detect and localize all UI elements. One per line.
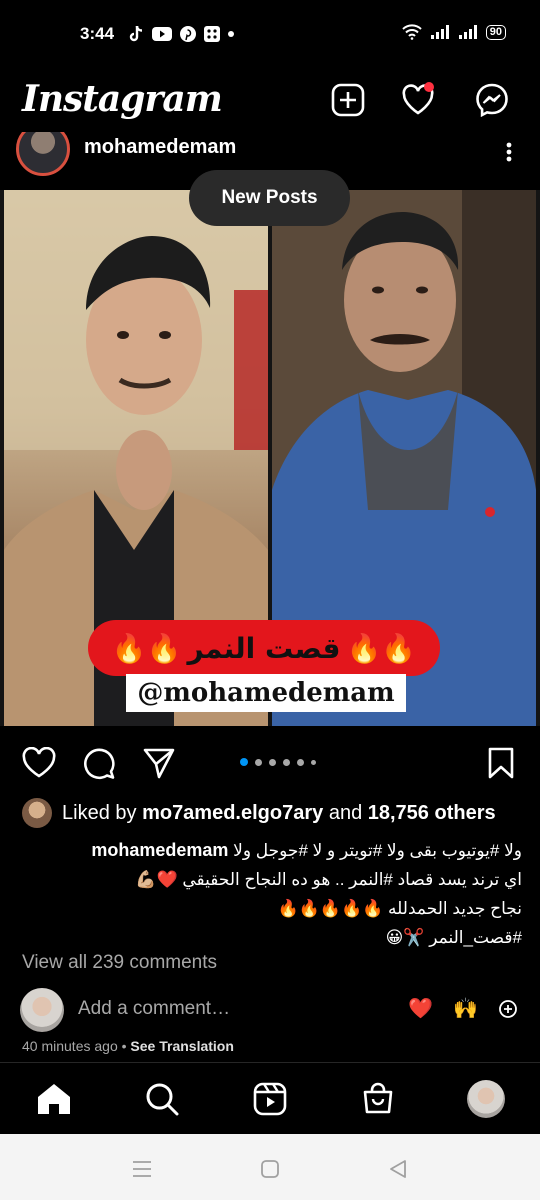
share-button[interactable] xyxy=(140,744,178,782)
battery-indicator: 90 xyxy=(485,24,506,40)
like-button[interactable] xyxy=(20,744,58,782)
current-user-avatar xyxy=(20,988,64,1032)
post-author-username[interactable]: mohamedemam xyxy=(84,136,236,159)
messenger-icon xyxy=(476,83,508,117)
system-navigation-bar xyxy=(0,1134,540,1200)
banner-flames-left: 🔥🔥 xyxy=(111,632,182,664)
messenger-button[interactable] xyxy=(474,82,510,118)
status-notification-icons xyxy=(128,25,234,43)
status-system-icons: 90 xyxy=(402,24,506,40)
nav-profile[interactable] xyxy=(466,1079,506,1119)
carousel-dot xyxy=(269,758,276,766)
create-post-icon xyxy=(331,83,365,117)
add-comment-row: Add a comment… ❤️ 🙌 xyxy=(20,988,530,1032)
more-vertical-icon xyxy=(506,142,512,162)
status-time: 3:44 xyxy=(80,24,115,43)
nav-shop[interactable] xyxy=(358,1079,398,1119)
new-posts-button[interactable]: New Posts xyxy=(189,170,350,226)
post-author-avatar[interactable] xyxy=(16,132,70,176)
tiktok-icon xyxy=(129,25,143,42)
banner-text: قصت النمر xyxy=(187,631,341,665)
post-time: 40 minutes ago xyxy=(22,1038,118,1054)
wifi-icon xyxy=(402,24,422,40)
status-bar: 3:44 90 xyxy=(0,0,540,68)
pinterest-icon xyxy=(180,26,196,42)
post-options-button[interactable] xyxy=(506,142,512,167)
caption-username[interactable]: mohamedemam xyxy=(91,840,228,860)
quick-reaction-heart[interactable]: ❤️ xyxy=(408,996,433,1021)
meta-separator: • xyxy=(117,1038,131,1054)
likes-summary[interactable]: Liked by mo7amed.elgo7ary and 18,756 oth… xyxy=(22,798,522,828)
heart-icon xyxy=(22,747,56,778)
notification-dot xyxy=(424,82,434,92)
caption-line-3: نجاح جديد الحمدلله 🔥🔥🔥🔥🔥 xyxy=(277,899,523,918)
system-back-button[interactable] xyxy=(383,1154,413,1184)
profile-avatar xyxy=(467,1080,505,1118)
likes-text: Liked by mo7amed.elgo7ary and 18,756 oth… xyxy=(62,802,496,825)
carousel-dot-active xyxy=(240,758,248,766)
system-recents-button[interactable] xyxy=(127,1154,157,1184)
send-icon xyxy=(143,748,175,779)
liker-avatar xyxy=(22,798,52,828)
instagram-logo[interactable]: Instagram xyxy=(22,78,223,120)
post-meta: 40 minutes ago • See Translation xyxy=(22,1038,234,1054)
carousel-dot xyxy=(297,758,304,766)
carousel-indicator xyxy=(240,758,316,766)
post-caption: ولا #يوتيوب بقى ولا #تويتر و لا #جوجل ول… xyxy=(22,836,522,952)
banner-flames-right: 🔥🔥 xyxy=(346,632,417,664)
likes-middle: and xyxy=(323,801,368,824)
system-home-icon xyxy=(261,1160,279,1178)
post-actions xyxy=(0,738,540,788)
image-handle-text: @mohamedemam xyxy=(137,678,395,708)
app-header: Instagram xyxy=(0,68,540,132)
view-all-comments-link[interactable]: View all 239 comments xyxy=(22,952,217,974)
comment-icon xyxy=(84,748,115,780)
post-image[interactable]: 🔥🔥 قصت النمر 🔥🔥 @mohamedemam xyxy=(0,190,540,726)
system-home-button[interactable] xyxy=(255,1154,285,1184)
shop-icon xyxy=(363,1082,393,1114)
comment-button[interactable] xyxy=(80,744,118,782)
quick-reactions: ❤️ 🙌 xyxy=(408,996,518,1021)
signal-icon xyxy=(430,25,449,39)
quick-reaction-hands[interactable]: 🙌 xyxy=(453,996,478,1021)
create-post-button[interactable] xyxy=(330,82,366,118)
nav-reels[interactable] xyxy=(250,1079,290,1119)
caption-line-1: ولا #يوتيوب بقى ولا #تويتر و لا #جوجل ول… xyxy=(22,836,522,865)
bookmark-icon xyxy=(488,747,514,779)
app-icon xyxy=(204,26,220,42)
recents-icon xyxy=(133,1161,151,1177)
dot-icon xyxy=(228,31,234,37)
carousel-dot xyxy=(311,759,316,765)
caption-line-2: اي ترند يسد قصاد #النمر .. هو ده النجاح … xyxy=(135,870,522,889)
see-translation-link[interactable]: See Translation xyxy=(130,1038,233,1054)
nav-search[interactable] xyxy=(142,1079,182,1119)
add-emoji-icon[interactable] xyxy=(498,999,518,1019)
carousel-dot xyxy=(283,758,290,766)
image-handle-box: @mohamedemam xyxy=(126,674,406,712)
back-icon xyxy=(390,1160,406,1178)
signal-icon xyxy=(458,25,477,39)
comment-input[interactable]: Add a comment… xyxy=(78,998,230,1020)
caption-line-4: #قصت_النمر ✂️😀 xyxy=(385,928,522,947)
image-title-banner: 🔥🔥 قصت النمر 🔥🔥 xyxy=(88,620,440,676)
home-icon xyxy=(38,1084,70,1114)
activity-button[interactable] xyxy=(400,82,436,118)
nav-home[interactable] xyxy=(34,1079,74,1119)
likes-count[interactable]: 18,756 others xyxy=(368,802,496,824)
likes-prefix: Liked by xyxy=(62,801,143,824)
caption-text-1: ولا #يوتيوب بقى ولا #تويتر و لا #جوجل ول… xyxy=(233,841,522,860)
reels-icon xyxy=(253,1082,287,1116)
bottom-navigation xyxy=(0,1062,540,1134)
likes-user[interactable]: mo7amed.elgo7ary xyxy=(142,802,323,824)
search-icon xyxy=(146,1083,179,1116)
youtube-icon xyxy=(152,27,172,41)
save-button[interactable] xyxy=(482,744,520,782)
carousel-dot xyxy=(255,758,262,766)
